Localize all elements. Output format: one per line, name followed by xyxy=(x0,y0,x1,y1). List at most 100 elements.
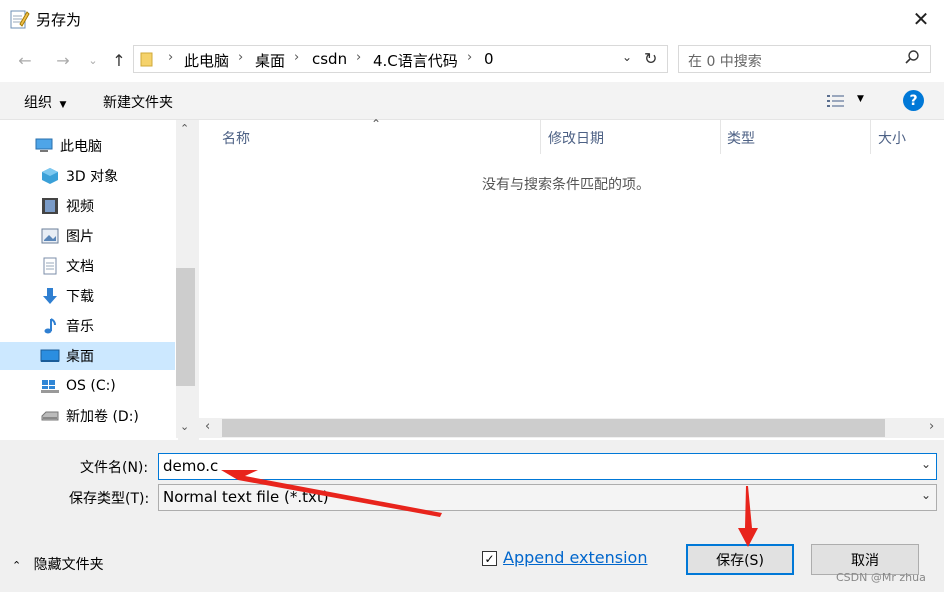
column-header-size[interactable]: 大小 xyxy=(878,128,906,148)
download-icon xyxy=(40,287,60,305)
breadcrumb-item[interactable]: 此电脑 xyxy=(184,50,229,71)
help-icon[interactable]: ? xyxy=(903,90,924,111)
address-dropdown-icon[interactable]: ⌄ xyxy=(622,50,632,64)
refresh-icon[interactable]: ↻ xyxy=(644,49,657,68)
filetype-value: Normal text file (*.txt) xyxy=(163,488,329,506)
filename-value: demo.c xyxy=(163,457,219,475)
append-extension-label[interactable]: Append extension xyxy=(503,548,647,567)
navigation-pane: 此电脑 3D 对象 视频 图片 文档 下载 音乐 桌面 OS (C:) 新加卷 … xyxy=(0,120,178,440)
filename-input[interactable]: demo.c ⌄ xyxy=(158,453,937,480)
nav-item-downloads[interactable]: 下载 xyxy=(0,282,175,310)
caret-down-icon: ▼ xyxy=(59,100,67,110)
append-extension-checkbox[interactable]: ✓ xyxy=(482,551,497,566)
nav-item-d-drive[interactable]: 新加卷 (D:) xyxy=(0,402,175,430)
nav-label: 此电脑 xyxy=(60,139,102,155)
filetype-label: 保存类型(T): xyxy=(69,491,150,507)
nav-item-music[interactable]: 音乐 xyxy=(0,312,175,340)
computer-icon xyxy=(34,137,54,155)
search-input[interactable]: 在 0 中搜索 xyxy=(678,45,931,73)
nav-label: 图片 xyxy=(66,229,94,245)
3d-objects-icon xyxy=(40,167,60,185)
back-button[interactable]: ← xyxy=(14,49,36,71)
filetype-select[interactable]: Normal text file (*.txt) ⌄ xyxy=(158,484,937,511)
hide-folders-label: 隐藏文件夹 xyxy=(33,557,104,573)
column-divider xyxy=(540,120,541,154)
search-placeholder: 在 0 中搜索 xyxy=(688,54,762,70)
window-title: 另存为 xyxy=(36,11,82,29)
nav-label: 桌面 xyxy=(66,349,94,365)
nav-item-desktop[interactable]: 桌面 xyxy=(0,342,175,370)
close-button[interactable]: ✕ xyxy=(904,4,938,34)
nav-label: 3D 对象 xyxy=(66,169,119,185)
up-button[interactable]: ↑ xyxy=(108,49,130,71)
arrow-up-icon: ↑ xyxy=(112,50,126,70)
empty-message: 没有与搜索条件匹配的项。 xyxy=(482,177,650,193)
filetype-dropdown-icon[interactable]: ⌄ xyxy=(921,488,931,502)
documents-icon xyxy=(40,257,60,275)
column-header-type[interactable]: 类型 xyxy=(727,128,755,148)
video-icon xyxy=(40,197,60,215)
desktop-icon xyxy=(40,347,60,365)
checkmark-icon: ✓ xyxy=(484,551,495,566)
breadcrumb-separator: › xyxy=(356,50,362,65)
organize-label: 组织 xyxy=(24,95,52,111)
breadcrumb-separator: › xyxy=(168,50,174,65)
scroll-right-icon[interactable]: › xyxy=(929,419,934,434)
column-divider xyxy=(870,120,871,154)
windows-drive-icon xyxy=(40,377,60,395)
notepad-icon xyxy=(8,8,30,30)
nav-label: 新加卷 (D:) xyxy=(66,409,139,425)
nav-item-pictures[interactable]: 图片 xyxy=(0,222,175,250)
filename-dropdown-icon[interactable]: ⌄ xyxy=(921,457,931,471)
chevron-down-icon: ⌄ xyxy=(88,53,98,67)
sort-up-icon: ⌃ xyxy=(371,117,382,131)
nav-label: 音乐 xyxy=(66,319,94,335)
breadcrumb-item[interactable]: 4.C语言代码 xyxy=(373,50,458,71)
pictures-icon xyxy=(40,227,60,245)
folder-icon xyxy=(140,51,154,71)
scrollbar-thumb[interactable] xyxy=(176,268,195,386)
save-button[interactable]: 保存(S) xyxy=(686,544,794,575)
view-options-icon[interactable] xyxy=(826,93,846,113)
column-header-name[interactable]: 名称 xyxy=(222,128,250,148)
breadcrumb-item[interactable]: 0 xyxy=(484,50,494,68)
breadcrumb-item[interactable]: csdn xyxy=(312,50,347,68)
breadcrumb-separator: › xyxy=(467,50,473,65)
watermark: CSDN @Mr zhua xyxy=(836,571,926,584)
recent-locations-button[interactable]: ⌄ xyxy=(85,49,101,71)
column-header-date[interactable]: 修改日期 xyxy=(548,128,604,148)
column-divider xyxy=(720,120,721,154)
chevron-up-icon: ⌃ xyxy=(12,559,22,572)
scroll-up-icon[interactable]: ⌃ xyxy=(180,122,189,135)
new-folder-button[interactable]: 新建文件夹 xyxy=(103,92,173,112)
arrow-right-icon: → xyxy=(56,50,70,70)
title-bar xyxy=(0,0,944,38)
nav-item-c-drive[interactable]: OS (C:) xyxy=(0,372,175,400)
arrow-left-icon: ← xyxy=(18,50,32,70)
nav-label: 下载 xyxy=(66,289,94,305)
scroll-down-icon[interactable]: ⌄ xyxy=(180,420,189,433)
nav-label: 视频 xyxy=(66,199,94,215)
nav-label: OS (C:) xyxy=(66,378,116,394)
breadcrumb-item[interactable]: 桌面 xyxy=(255,50,285,71)
forward-button[interactable]: → xyxy=(52,49,74,71)
breadcrumb-separator: › xyxy=(238,50,244,65)
file-list-pane: ⌃ 名称 修改日期 类型 大小 没有与搜索条件匹配的项。 xyxy=(199,117,944,440)
close-icon: ✕ xyxy=(912,7,930,31)
music-icon xyxy=(40,317,60,335)
hscroll-thumb[interactable] xyxy=(222,419,885,437)
view-dropdown-icon[interactable]: ▼ xyxy=(857,94,864,104)
search-icon xyxy=(904,49,920,69)
nav-item-documents[interactable]: 文档 xyxy=(0,252,175,280)
breadcrumb-separator: › xyxy=(294,50,300,65)
nav-item-3d-objects[interactable]: 3D 对象 xyxy=(0,162,175,190)
nav-label: 文档 xyxy=(66,259,94,275)
nav-item-this-pc[interactable]: 此电脑 xyxy=(0,132,175,160)
scroll-left-icon[interactable]: ‹ xyxy=(205,419,210,434)
drive-icon xyxy=(40,407,60,425)
address-field[interactable]: › 此电脑 › 桌面 › csdn › 4.C语言代码 › 0 ⌄ ↻ xyxy=(133,45,668,73)
nav-item-videos[interactable]: 视频 xyxy=(0,192,175,220)
filename-label: 文件名(N): xyxy=(80,460,149,476)
organize-menu[interactable]: 组织 ▼ xyxy=(24,92,66,112)
hide-folders-toggle[interactable]: ⌃ 隐藏文件夹 xyxy=(12,554,104,574)
